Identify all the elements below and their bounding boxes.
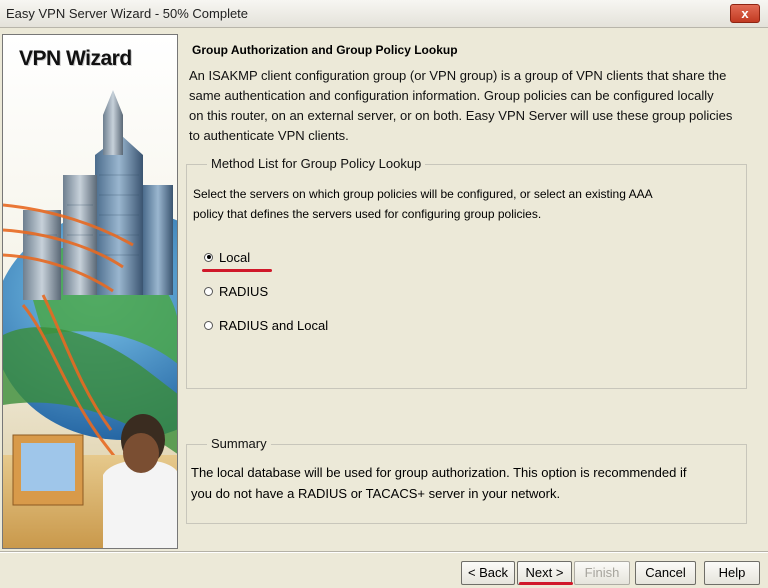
- radio-label-radius-and-local: RADIUS and Local: [219, 317, 329, 333]
- annotation-underline: [202, 269, 272, 272]
- intro-text: An ISAKMP client configuration group (or…: [189, 66, 763, 146]
- radio-option-radius[interactable]: RADIUS: [204, 282, 268, 300]
- summary-legend: Summary: [207, 436, 271, 451]
- close-button[interactable]: x: [730, 4, 760, 23]
- wizard-side-image: VPN Wizard: [2, 34, 178, 549]
- radio-label-radius: RADIUS: [219, 283, 269, 299]
- description-line: Select the servers on which group polici…: [193, 187, 653, 201]
- description-line: policy that defines the servers used for…: [193, 207, 542, 221]
- cancel-button[interactable]: Cancel: [635, 561, 696, 585]
- title-bar: Easy VPN Server Wizard - 50% Complete x: [0, 0, 768, 28]
- wizard-content: Group Authorization and Group Policy Loo…: [180, 34, 768, 549]
- page-heading: Group Authorization and Group Policy Loo…: [192, 43, 458, 57]
- window-title: Easy VPN Server Wizard - 50% Complete: [6, 6, 249, 21]
- summary-line: The local database will be used for grou…: [191, 465, 687, 480]
- annotation-underline: [519, 582, 573, 585]
- method-list-legend: Method List for Group Policy Lookup: [207, 156, 426, 171]
- radio-option-radius-and-local[interactable]: RADIUS and Local: [204, 316, 328, 334]
- help-button[interactable]: Help: [704, 561, 760, 585]
- sidebar-title: VPN Wizard: [19, 47, 132, 70]
- summary-text: The local database will be used for grou…: [191, 462, 741, 504]
- radio-option-local[interactable]: Local: [204, 248, 250, 266]
- summary-group: Summary The local database will be used …: [186, 436, 747, 524]
- wizard-illustration: [3, 35, 177, 548]
- intro-line: An ISAKMP client configuration group (or…: [189, 68, 727, 83]
- intro-line: on this router, on an external server, o…: [189, 108, 733, 123]
- summary-line: you do not have a RADIUS or TACACS+ serv…: [191, 486, 561, 501]
- intro-line: same authentication and configuration in…: [189, 88, 714, 103]
- back-button[interactable]: < Back: [461, 561, 515, 585]
- footer-separator: [0, 551, 768, 553]
- radio-label-local: Local: [219, 249, 251, 265]
- radio-button[interactable]: [204, 286, 213, 296]
- intro-line: to authenticate VPN clients.: [189, 128, 349, 143]
- radio-button[interactable]: [204, 320, 213, 330]
- method-list-group: Method List for Group Policy Lookup Sele…: [186, 156, 747, 389]
- method-list-description: Select the servers on which group polici…: [193, 184, 733, 224]
- close-icon: x: [741, 6, 749, 21]
- radio-button-checked[interactable]: [204, 252, 213, 262]
- finish-button[interactable]: Finish: [574, 561, 630, 585]
